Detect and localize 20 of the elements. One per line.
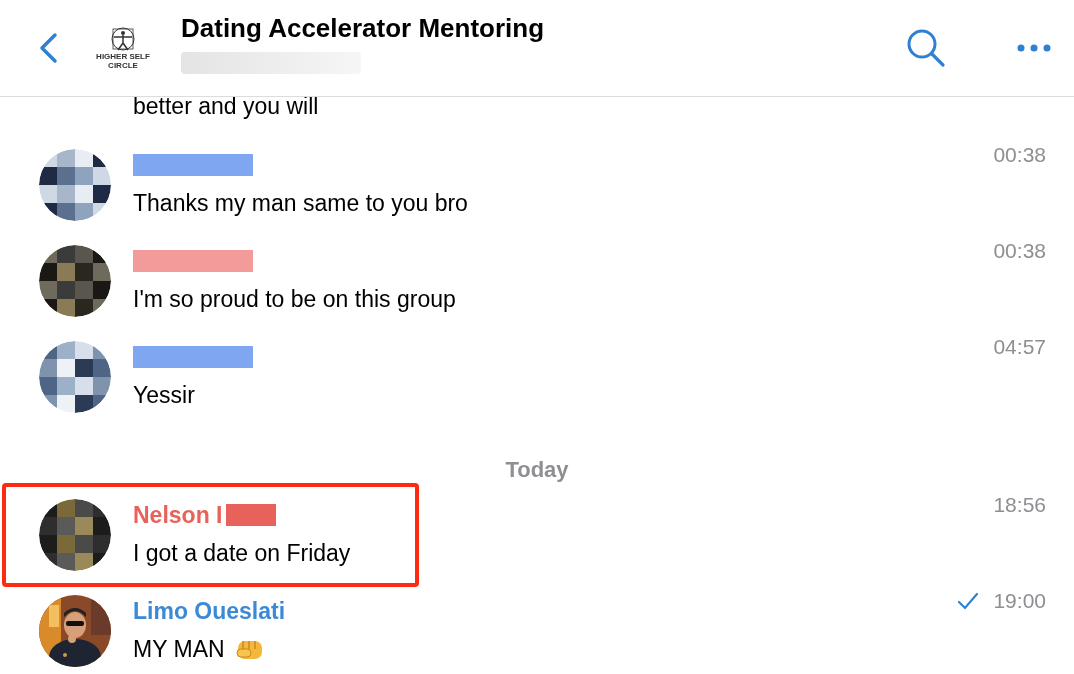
message-time: 00:38 [993,142,1046,168]
message-text: MY MAN [133,634,225,664]
sender-name: Limo Oueslati [133,596,286,626]
message-text: I'm so proud to be on this group [133,284,456,314]
back-icon[interactable] [38,32,58,64]
message-text: Yessir [133,380,195,410]
message-time: 04:57 [993,334,1046,360]
chat-title: Dating Accelerator Mentoring [181,12,545,44]
message-text: I got a date on Friday [133,538,351,568]
message-time: 00:38 [993,238,1046,264]
logo-text: HIGHER SELF CIRCLE [95,52,151,70]
more-icon[interactable] [1017,44,1051,52]
search-icon[interactable] [905,27,947,69]
message-text: better and you will [133,97,320,121]
date-separator: Today [505,455,569,484]
sender-name: Nelson I [133,500,223,530]
figure-icon [110,26,136,52]
message-time: 18:56 [993,492,1046,518]
message-time: 19:00 [993,588,1046,614]
message-text: Thanks my man same to you bro [133,188,468,218]
